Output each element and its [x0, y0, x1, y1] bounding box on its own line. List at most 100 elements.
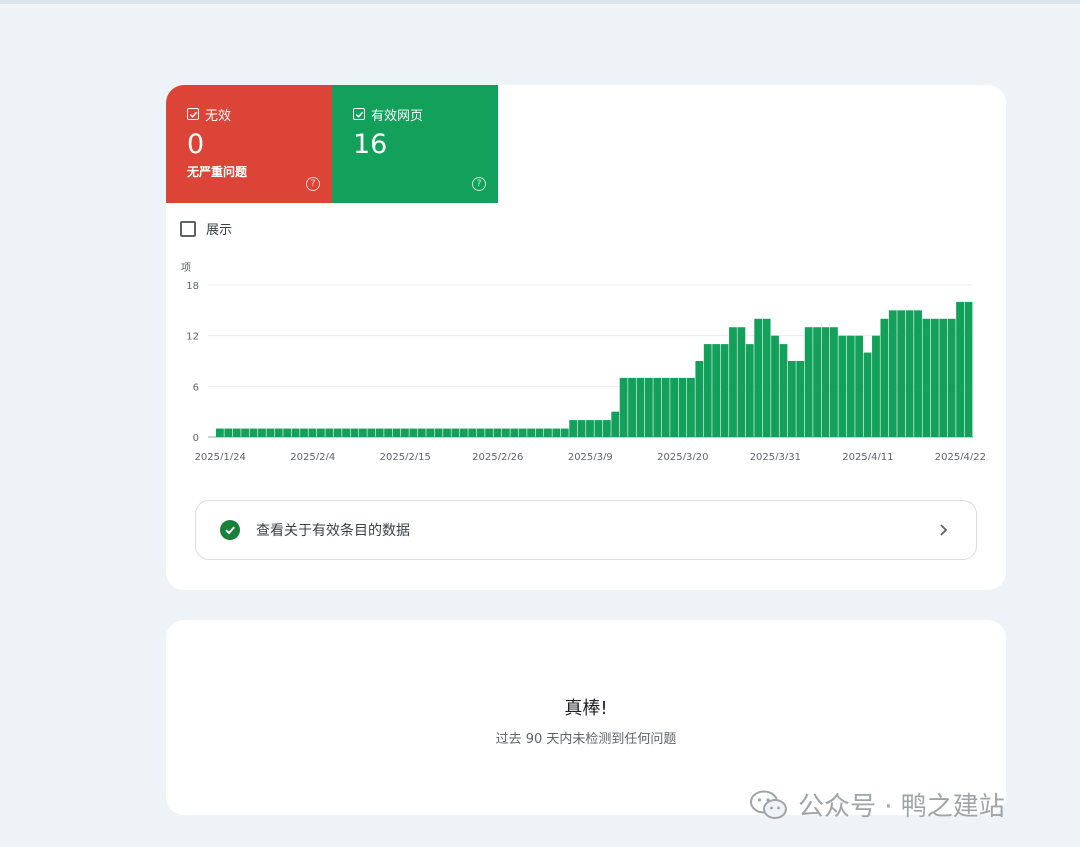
bar — [720, 344, 729, 437]
view-valid-data-link[interactable]: 查看关于有效条目的数据 — [195, 500, 977, 560]
valid-tile[interactable]: 有效网页 16 ? — [332, 85, 498, 203]
bar — [687, 377, 695, 437]
bar — [426, 428, 435, 437]
bar — [619, 377, 628, 437]
bar — [779, 344, 788, 437]
x-tick-label: 2025/2/26 — [472, 452, 523, 460]
bar — [274, 428, 283, 437]
bar — [501, 428, 510, 437]
bar — [754, 318, 763, 437]
bar — [964, 301, 973, 437]
x-tick-label: 2025/4/11 — [842, 452, 893, 460]
bar — [729, 327, 737, 437]
bar — [560, 428, 569, 437]
bar — [392, 428, 401, 437]
bar — [333, 428, 342, 437]
bar — [602, 420, 611, 437]
bar — [855, 335, 864, 437]
chevron-right-icon — [940, 524, 948, 536]
bar — [577, 420, 586, 437]
bar — [888, 310, 897, 437]
bar — [956, 301, 964, 437]
status-card: 无效 0 无严重问题 ? 有效网页 16 ? 展示 项 0 6 12 18 2025/1/… — [166, 85, 1006, 590]
bar — [384, 428, 393, 437]
bar — [409, 428, 418, 437]
bar — [342, 428, 350, 437]
bar — [527, 428, 536, 437]
bar — [358, 428, 367, 437]
bar — [611, 411, 620, 437]
bar — [258, 428, 266, 437]
invalid-tile[interactable]: 无效 0 无严重问题 ? — [166, 85, 332, 203]
y-tick-label: 18 — [186, 281, 199, 292]
bar — [535, 428, 544, 437]
bar — [518, 428, 527, 437]
help-icon[interactable]: ? — [472, 177, 486, 191]
bar — [375, 428, 384, 437]
bar — [308, 428, 317, 437]
bar — [821, 327, 830, 437]
display-toggle[interactable]: 展示 — [180, 219, 232, 238]
bar — [232, 428, 241, 437]
x-tick-label: 2025/2/15 — [380, 452, 431, 460]
help-icon[interactable]: ? — [306, 177, 320, 191]
bar — [443, 428, 451, 437]
bar — [905, 310, 914, 437]
bar — [594, 420, 603, 437]
checkbox-checked-icon[interactable] — [353, 108, 365, 120]
bar — [283, 428, 292, 437]
bar — [417, 428, 426, 437]
x-tick-label: 2025/3/20 — [657, 452, 708, 460]
x-tick-label: 2025/1/24 — [195, 452, 246, 460]
bar — [796, 361, 805, 437]
bar — [939, 318, 948, 437]
x-tick-label: 2025/4/22 — [935, 452, 986, 460]
bar — [914, 310, 922, 437]
y-tick-label: 6 — [193, 382, 199, 393]
checkbox-unchecked-icon[interactable] — [180, 220, 196, 237]
x-tick-label: 2025/3/9 — [568, 452, 613, 460]
bar — [325, 428, 334, 437]
bar — [493, 428, 502, 437]
bar — [771, 335, 779, 437]
bar — [350, 428, 359, 437]
invalid-count: 0 — [187, 129, 205, 160]
bar — [266, 428, 275, 437]
bar — [712, 344, 721, 437]
invalid-tile-label: 无效 — [205, 108, 232, 124]
bar — [586, 420, 594, 437]
bar — [552, 428, 561, 437]
bar — [703, 344, 712, 437]
bar — [510, 428, 519, 437]
bar — [897, 310, 906, 437]
bar — [300, 428, 308, 437]
bar — [485, 428, 493, 437]
bar — [670, 377, 679, 437]
watermark-text: 公众号 · 鸭之建站 — [798, 792, 1005, 822]
bar — [745, 344, 754, 437]
bar — [872, 335, 880, 437]
bar — [846, 335, 855, 437]
bar — [476, 428, 485, 437]
x-tick-label: 2025/3/31 — [750, 452, 801, 460]
bar — [544, 428, 552, 437]
bar — [838, 335, 847, 437]
checkbox-checked-icon[interactable] — [187, 108, 199, 120]
bar — [880, 318, 889, 437]
bar — [804, 327, 813, 437]
bar — [863, 352, 872, 437]
y-tick-label: 0 — [193, 433, 199, 444]
bar — [216, 428, 224, 437]
bar — [830, 327, 838, 437]
y-axis-label: 项 — [181, 262, 191, 274]
bar — [653, 377, 662, 437]
y-tick-label: 12 — [186, 332, 199, 343]
watermark: 公众号 · 鸭之建站 — [750, 786, 1005, 823]
valid-tile-label: 有效网页 — [371, 108, 424, 124]
bar — [737, 327, 746, 437]
bar — [367, 428, 376, 437]
bar — [451, 428, 460, 437]
bar — [569, 420, 578, 437]
bar — [291, 428, 300, 437]
view-valid-data-label: 查看关于有效条目的数据 — [256, 523, 410, 539]
